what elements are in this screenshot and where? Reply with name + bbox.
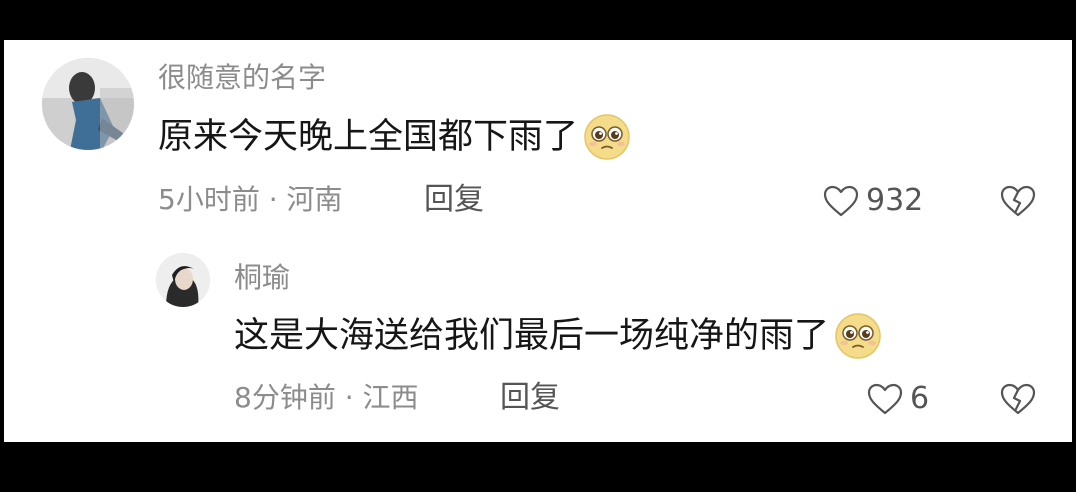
avatar[interactable] — [42, 58, 134, 150]
broken-heart-icon — [1000, 185, 1036, 217]
reply-dislike-button[interactable] — [1000, 382, 1036, 420]
reply-avatar[interactable] — [156, 253, 210, 307]
reply-button[interactable]: 回复 — [424, 185, 484, 215]
reply-reply-button[interactable]: 回复 — [500, 383, 560, 413]
comment-text: 原来今天晚上全国都下雨了 — [158, 112, 632, 162]
pleading-face-emoji — [582, 112, 632, 162]
heart-outline-icon — [823, 185, 859, 217]
reply-like-count: 6 — [910, 381, 930, 416]
reply-like-button[interactable]: 6 — [866, 382, 929, 416]
reply-text: 这是大海送给我们最后一场纯净的雨了 — [234, 311, 883, 361]
like-count: 932 — [866, 183, 924, 218]
username[interactable]: 很随意的名字 — [158, 64, 326, 92]
pleading-face-emoji — [833, 311, 883, 361]
broken-heart-icon — [1000, 383, 1036, 415]
comment-meta: 5小时前 · 河南 — [158, 183, 343, 216]
heart-outline-icon — [867, 383, 903, 415]
comment-text-content: 原来今天晚上全国都下雨了 — [158, 116, 579, 157]
reply-text-content: 这是大海送给我们最后一场纯净的雨了 — [234, 315, 830, 356]
like-button[interactable]: 932 — [822, 184, 923, 218]
dislike-button[interactable] — [1000, 184, 1036, 222]
reply-username[interactable]: 桐瑜 — [234, 264, 290, 292]
reply-meta: 8分钟前 · 江西 — [234, 381, 419, 414]
comment-panel: 很随意的名字 原来今天晚上全国都下雨了 5小时前 · 河南 回复 932 桐瑜 … — [4, 40, 1072, 442]
